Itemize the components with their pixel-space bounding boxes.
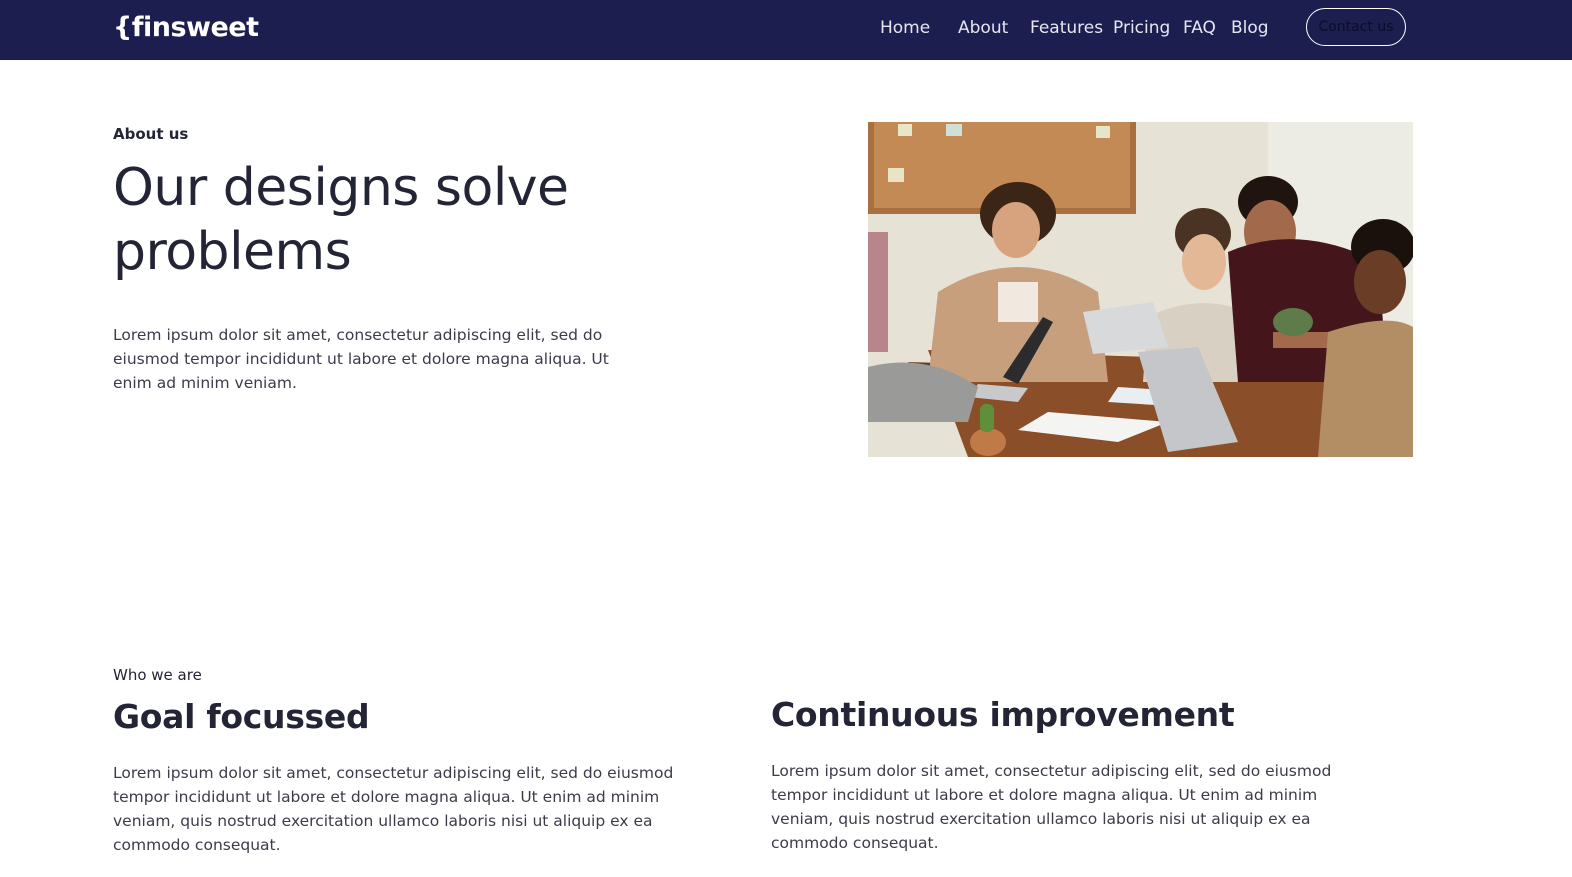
- top-navbar: {finsweet Home About Features Pricing FA…: [0, 0, 1572, 60]
- hero-title: Our designs solve problems: [113, 158, 569, 282]
- nav-link-features[interactable]: Features: [1030, 16, 1103, 40]
- nav-link-home[interactable]: Home: [880, 16, 930, 40]
- about-eyebrow: About us: [113, 125, 189, 143]
- finsweet-logo[interactable]: {finsweet: [113, 10, 259, 46]
- feature-title-continuous-improvement: Continuous improvement: [771, 695, 1235, 734]
- contact-us-button[interactable]: Contact us: [1306, 8, 1406, 46]
- feature-text-continuous-improvement: Lorem ipsum dolor sit amet, consectetur …: [771, 762, 1332, 852]
- who-we-are-eyebrow: Who we are: [113, 666, 202, 684]
- feature-title-goal-focussed: Goal focussed: [113, 697, 370, 736]
- nav-link-about[interactable]: About: [958, 16, 1008, 40]
- team-meeting-photo: [868, 122, 1413, 457]
- nav-link-pricing[interactable]: Pricing: [1113, 16, 1170, 40]
- nav-link-blog[interactable]: Blog: [1231, 16, 1269, 40]
- hero-description: Lorem ipsum dolor sit amet, consectetur …: [113, 326, 609, 392]
- feature-text-goal-focussed: Lorem ipsum dolor sit amet, consectetur …: [113, 764, 674, 854]
- nav-link-faq[interactable]: FAQ: [1183, 16, 1216, 40]
